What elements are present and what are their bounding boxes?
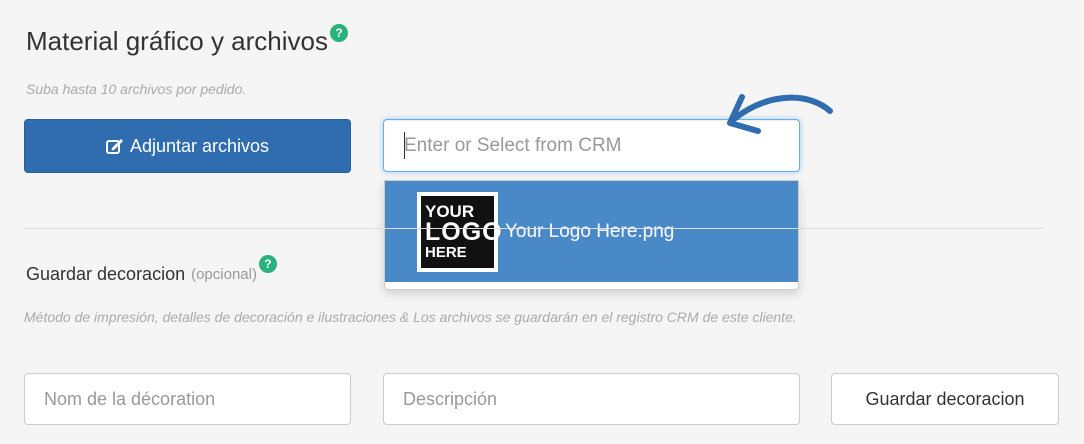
dropdown-item-logo-file[interactable]: YOUR LOGO HERE Your Logo Here.png	[385, 181, 798, 282]
text-caret	[404, 132, 405, 159]
logo-thumbnail: YOUR LOGO HERE	[417, 191, 502, 272]
decoration-name-input[interactable]	[24, 373, 351, 425]
optional-label: (opcional)	[191, 266, 257, 283]
decoration-description-input[interactable]	[383, 373, 800, 425]
save-decoration-button[interactable]: Guardar decoracion	[831, 373, 1059, 425]
attach-files-button[interactable]: Adjuntar archivos	[24, 119, 351, 173]
decoration-title-text: Guardar decoracion	[26, 264, 186, 284]
help-icon[interactable]: ?	[258, 255, 277, 273]
logo-word-2: LOGO	[425, 218, 503, 246]
artwork-hint: Suba hasta 10 archivos por pedido.	[26, 81, 247, 97]
logo-thumbnail-image: YOUR LOGO HERE	[421, 195, 502, 268]
decoration-hint: Método de impresión, detalles de decorac…	[24, 309, 797, 325]
artwork-section-title: Material gráfico y archivos ?	[26, 24, 348, 57]
dropdown-item-label: Your Logo Here.png	[505, 220, 675, 242]
decoration-section-title: Guardar decoracion (opcional) ?	[26, 255, 277, 285]
help-icon[interactable]: ?	[330, 24, 348, 42]
annotation-arrow-icon	[727, 94, 833, 134]
artwork-title-text: Material gráfico y archivos	[26, 26, 328, 56]
edit-icon	[105, 138, 124, 154]
attach-files-label: Adjuntar archivos	[129, 135, 270, 156]
crm-dropdown: YOUR LOGO HERE Your Logo Here.png	[384, 180, 799, 290]
logo-word-3: HERE	[425, 244, 467, 261]
section-divider	[24, 228, 1044, 229]
